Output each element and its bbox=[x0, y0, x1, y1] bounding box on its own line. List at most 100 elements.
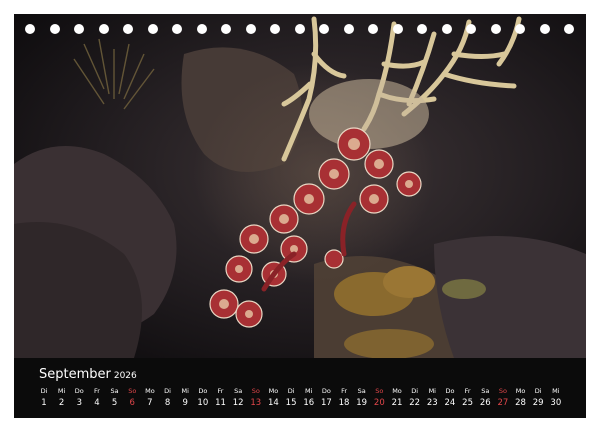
calendar-panel: September 2026 Di 1 Mi 2 Do 3 Fr 4 Sa 5 So 6 Mo 7 Di 8 Mi… bbox=[14, 14, 586, 418]
day-number: 9 bbox=[182, 398, 188, 408]
weekday-label: Di bbox=[40, 387, 48, 395]
day-number: 4 bbox=[94, 398, 100, 408]
day-cell: Di 1 bbox=[35, 386, 53, 410]
day-cell: Mi 2 bbox=[53, 386, 71, 410]
day-cell: Sa 12 bbox=[229, 386, 247, 410]
day-cell: Fr 4 bbox=[88, 386, 106, 410]
day-number: 20 bbox=[373, 398, 385, 408]
day-number: 30 bbox=[550, 398, 562, 408]
weekday-label: So bbox=[498, 387, 507, 395]
day-cell: Do 24 bbox=[441, 386, 459, 410]
day-number: 12 bbox=[232, 398, 244, 408]
binding-hole bbox=[221, 24, 231, 34]
weekday-label: Sa bbox=[110, 387, 119, 395]
day-cell: Mi 23 bbox=[423, 386, 441, 410]
day-number: 14 bbox=[268, 398, 279, 408]
weekday-label: So bbox=[128, 387, 137, 395]
weekday-label: Mi bbox=[552, 387, 560, 395]
weekday-label: Mi bbox=[181, 387, 189, 395]
binding-hole bbox=[515, 24, 525, 34]
day-cell: Di 8 bbox=[159, 386, 177, 410]
day-number: 19 bbox=[356, 398, 368, 408]
weekday-label: Di bbox=[287, 387, 295, 395]
month-title: September 2026 bbox=[39, 367, 137, 382]
day-cell: Do 17 bbox=[317, 386, 335, 410]
weekday-label: Mi bbox=[305, 387, 313, 395]
day-cell: Sa 19 bbox=[353, 386, 371, 410]
binding-hole bbox=[343, 24, 354, 34]
day-number: 10 bbox=[197, 398, 209, 408]
binding-hole bbox=[319, 24, 329, 34]
binding-hole bbox=[196, 24, 207, 34]
day-number: 28 bbox=[515, 398, 526, 408]
weekday-label: Sa bbox=[481, 387, 490, 395]
binding-holes bbox=[14, 24, 586, 38]
binding-hole bbox=[270, 24, 280, 34]
day-cell: Fr 18 bbox=[335, 386, 353, 410]
day-cell: Fr 25 bbox=[459, 386, 477, 410]
day-number: 29 bbox=[532, 398, 544, 408]
weekday-label: Do bbox=[74, 387, 84, 395]
day-number: 3 bbox=[76, 398, 82, 408]
day-cell: Sa 5 bbox=[106, 386, 124, 410]
day-number: 23 bbox=[426, 398, 438, 408]
day-number: 6 bbox=[129, 398, 135, 408]
binding-hole bbox=[564, 24, 574, 34]
binding-hole bbox=[245, 24, 256, 34]
weekday-label: Do bbox=[198, 387, 208, 395]
day-cell: Di 22 bbox=[406, 386, 424, 410]
day-number: 5 bbox=[111, 398, 118, 408]
day-number: 15 bbox=[285, 398, 297, 408]
weekday-label: Do bbox=[445, 387, 455, 395]
photo-feather-duster-worms bbox=[14, 14, 586, 358]
day-cell: Mi 16 bbox=[300, 386, 318, 410]
binding-hole bbox=[441, 24, 452, 34]
binding-hole bbox=[368, 24, 378, 34]
day-cell: So 6 bbox=[123, 386, 141, 410]
day-cell: So 27 bbox=[494, 386, 512, 410]
day-cell: Mi 9 bbox=[176, 386, 194, 410]
day-number: 11 bbox=[215, 398, 226, 408]
binding-hole bbox=[294, 24, 305, 34]
binding-hole bbox=[392, 24, 403, 34]
day-cell: Sa 26 bbox=[476, 386, 494, 410]
binding-hole bbox=[98, 24, 109, 34]
month-name: September bbox=[39, 367, 111, 382]
day-cell: So 13 bbox=[247, 386, 265, 410]
day-number: 18 bbox=[338, 398, 350, 408]
day-cell: Di 29 bbox=[529, 386, 547, 410]
weekday-label: Mo bbox=[268, 387, 279, 395]
weekday-label: Sa bbox=[234, 387, 243, 395]
binding-hole bbox=[417, 24, 427, 34]
day-number: 8 bbox=[164, 398, 171, 408]
day-number: 21 bbox=[391, 398, 403, 408]
binding-hole bbox=[74, 24, 84, 34]
weekday-label: Mi bbox=[57, 387, 66, 395]
day-cell: Di 15 bbox=[282, 386, 300, 410]
weekday-label: Di bbox=[164, 387, 171, 395]
weekday-label: Di bbox=[534, 387, 542, 395]
weekday-label: So bbox=[251, 387, 260, 395]
weekday-label: Mo bbox=[515, 387, 526, 395]
day-cell: Do 10 bbox=[194, 386, 212, 410]
day-number: 17 bbox=[320, 398, 332, 408]
binding-hole bbox=[539, 24, 550, 34]
binding-hole bbox=[466, 24, 476, 34]
day-cell: Mo 28 bbox=[512, 386, 530, 410]
day-number: 25 bbox=[462, 398, 473, 408]
calendar-strip: September 2026 Di 1 Mi 2 Do 3 Fr 4 Sa 5 So 6 Mo 7 Di 8 Mi… bbox=[14, 358, 586, 418]
weekday-label: Fr bbox=[217, 387, 224, 395]
weekday-label: Mi bbox=[428, 387, 436, 395]
weekday-label: Mo bbox=[392, 387, 402, 395]
day-number: 16 bbox=[303, 398, 315, 408]
day-cell: Mo 7 bbox=[141, 386, 159, 410]
day-number: 22 bbox=[409, 398, 421, 408]
day-row: Di 1 Mi 2 Do 3 Fr 4 Sa 5 So 6 Mo 7 Di 8 Mi 9 Do 10 Fr 11 Sa 12 S… bbox=[35, 386, 575, 416]
day-cell: So 20 bbox=[370, 386, 388, 410]
binding-hole bbox=[49, 24, 60, 34]
weekday-label: Fr bbox=[341, 387, 348, 395]
day-number: 2 bbox=[58, 398, 65, 408]
month-year: 2026 bbox=[113, 371, 137, 381]
weekday-label: Di bbox=[411, 387, 419, 395]
weekday-label: Mo bbox=[145, 387, 155, 395]
